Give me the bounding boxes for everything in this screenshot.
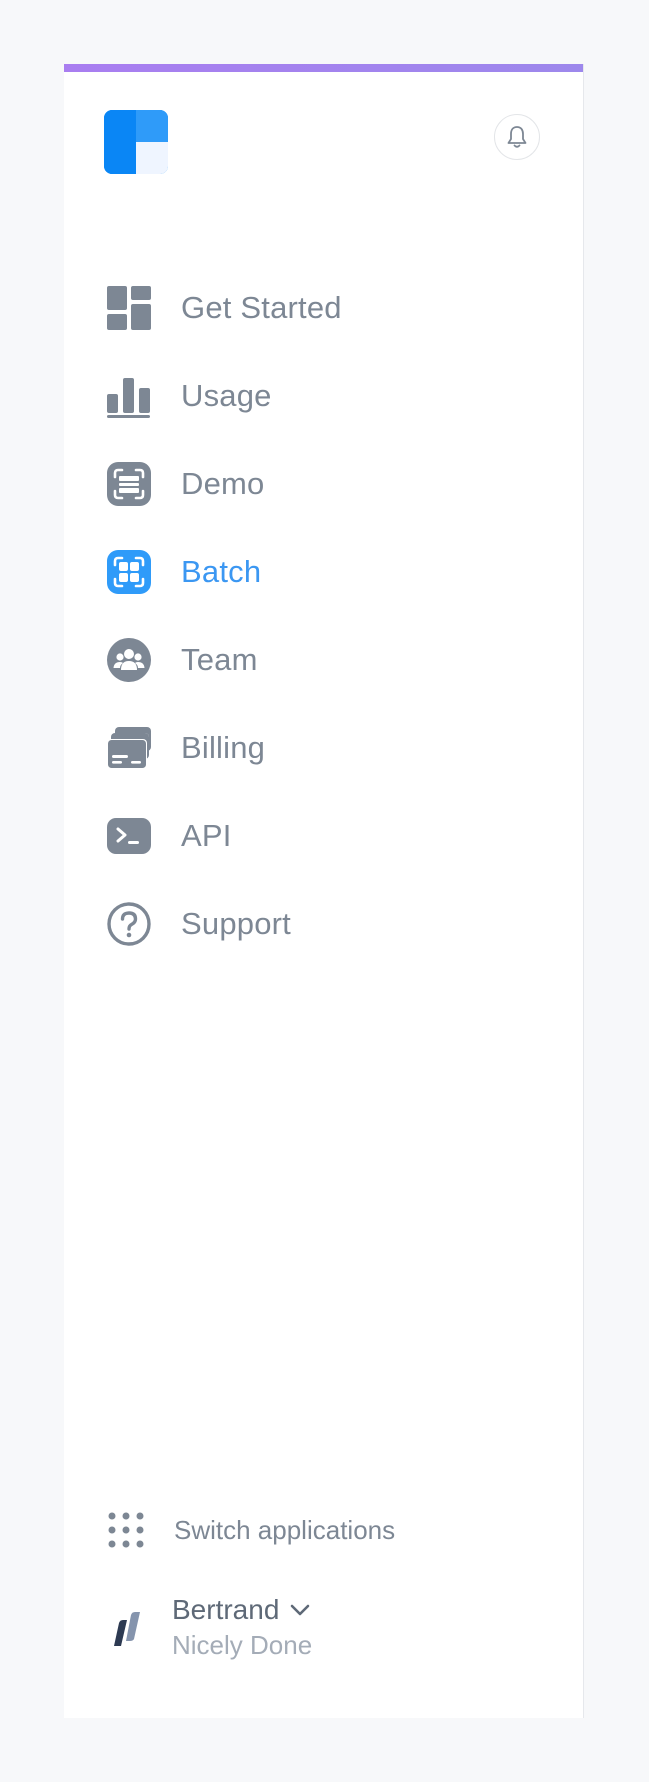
main-nav: Get Started Usage Demo Batch Team Billin… xyxy=(106,264,526,968)
batch-grid-icon xyxy=(106,549,152,595)
sidebar-item-batch[interactable]: Batch xyxy=(106,528,526,616)
sidebar-item-label: Get Started xyxy=(181,290,342,325)
sidebar-item-label: Usage xyxy=(181,378,272,413)
sidebar-item-billing[interactable]: Billing xyxy=(106,704,526,792)
terminal-icon xyxy=(106,813,152,859)
sidebar-item-demo[interactable]: Demo xyxy=(106,440,526,528)
accent-bar xyxy=(64,64,583,72)
sidebar-item-get-started[interactable]: Get Started xyxy=(106,264,526,352)
notifications-button[interactable] xyxy=(494,114,540,160)
credit-card-icon xyxy=(106,725,152,771)
app-grid-icon xyxy=(108,1512,144,1548)
sidebar-item-label: API xyxy=(181,818,232,853)
account-details: Bertrand Nicely Done xyxy=(172,1594,312,1661)
team-icon xyxy=(106,637,152,683)
switch-applications-label: Switch applications xyxy=(174,1514,396,1545)
help-circle-icon xyxy=(106,901,152,947)
sidebar-item-label: Batch xyxy=(181,554,262,589)
organization-logo-icon xyxy=(114,1611,140,1646)
dashboard-icon xyxy=(106,285,152,331)
sidebar: Get Started Usage Demo Batch Team Billin… xyxy=(64,64,584,1718)
sidebar-item-team[interactable]: Team xyxy=(106,616,526,704)
sidebar-item-usage[interactable]: Usage xyxy=(106,352,526,440)
bar-chart-icon xyxy=(106,373,152,419)
sidebar-item-label: Demo xyxy=(181,466,265,501)
account-switcher[interactable]: Bertrand Nicely Done xyxy=(108,1594,312,1661)
sidebar-item-label: Team xyxy=(181,642,258,677)
bell-icon xyxy=(507,126,527,148)
scan-document-icon xyxy=(106,461,152,507)
account-name-row: Bertrand xyxy=(172,1594,312,1626)
account-name: Bertrand xyxy=(172,1594,280,1625)
organization-name: Nicely Done xyxy=(172,1630,313,1660)
sidebar-item-api[interactable]: API xyxy=(106,792,526,880)
sidebar-item-label: Support xyxy=(181,906,291,941)
sidebar-item-support[interactable]: Support xyxy=(106,880,526,968)
chevron-down-icon xyxy=(291,1604,310,1616)
switch-applications-button[interactable]: Switch applications xyxy=(108,1512,395,1548)
logo-left-block xyxy=(104,110,136,174)
app-background: Get Started Usage Demo Batch Team Billin… xyxy=(0,0,649,1782)
logo-bottom-right-block xyxy=(136,142,168,174)
brand-logo[interactable] xyxy=(104,110,168,174)
logo-top-right-block xyxy=(136,110,168,142)
sidebar-item-label: Billing xyxy=(181,730,266,765)
